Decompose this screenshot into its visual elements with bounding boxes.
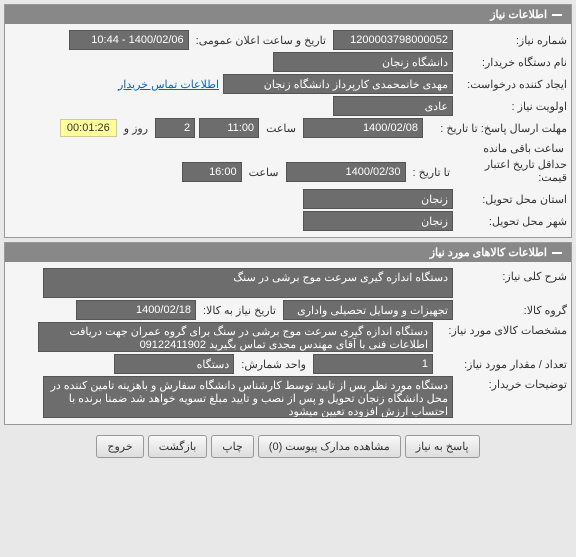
price-validity-time-field[interactable]: [182, 162, 242, 182]
goods-spec-field[interactable]: [38, 322, 433, 352]
days-and-label: روز و: [121, 122, 151, 135]
goods-spec-label: مشخصات کالای مورد نیاز:: [437, 322, 567, 339]
remaining-label: ساعت باقی مانده: [480, 142, 567, 155]
unit-label: واحد شمارش:: [238, 358, 309, 371]
public-date-label: تاریخ و ساعت اعلان عمومی:: [193, 34, 329, 47]
buyer-org-field[interactable]: [273, 52, 453, 72]
need-info-body: شماره نیاز: تاریخ و ساعت اعلان عمومی: نا…: [5, 24, 571, 237]
print-button[interactable]: چاپ: [211, 435, 254, 458]
reply-button[interactable]: پاسخ به نیاز: [405, 435, 480, 458]
price-validity-time-label: ساعت: [246, 166, 282, 179]
price-validity-label: حداقل تاریخ اعتبار قیمت:: [457, 157, 567, 187]
need-info-header[interactable]: اطلاعات نیاز: [5, 5, 571, 24]
goods-info-panel: اطلاعات کالاهای مورد نیاز شرح کلی نیاز: …: [4, 242, 572, 425]
until-date-label: تا تاریخ :: [410, 166, 453, 179]
province-field[interactable]: [303, 189, 453, 209]
need-number-label: شماره نیاز:: [457, 32, 567, 49]
collapse-icon: [551, 9, 563, 21]
city-field[interactable]: [303, 211, 453, 231]
unit-field[interactable]: [114, 354, 234, 374]
goods-info-header[interactable]: اطلاعات کالاهای مورد نیاز: [5, 243, 571, 262]
buyer-notes-label: توضیحات خریدار:: [457, 376, 567, 393]
collapse-icon: [551, 247, 563, 259]
deadline-time-label: ساعت: [263, 122, 299, 135]
city-label: شهر محل تحویل:: [457, 213, 567, 230]
deadline-time-field[interactable]: [199, 118, 259, 138]
priority-label: اولویت نیاز :: [457, 98, 567, 115]
need-desc-label: شرح کلی نیاز:: [457, 268, 567, 285]
need-desc-field[interactable]: [43, 268, 453, 298]
countdown-timer: 00:01:26: [60, 119, 117, 137]
need-date-label: تاریخ نیاز به کالا:: [200, 304, 279, 317]
panel2-title: اطلاعات کالاهای مورد نیاز: [430, 246, 547, 259]
panel1-title: اطلاعات نیاز: [490, 8, 547, 21]
buyer-contact-link[interactable]: اطلاعات تماس خریدار: [118, 78, 219, 91]
need-number-field[interactable]: [333, 30, 453, 50]
price-validity-date-field[interactable]: [286, 162, 406, 182]
exit-button[interactable]: خروج: [96, 435, 143, 458]
buyer-notes-field[interactable]: [43, 376, 453, 418]
need-date-field[interactable]: [76, 300, 196, 320]
quantity-field[interactable]: [313, 354, 433, 374]
creator-field[interactable]: [223, 74, 453, 94]
province-label: استان محل تحویل:: [457, 191, 567, 208]
button-bar: پاسخ به نیاز مشاهده مدارک پیوست (0) چاپ …: [0, 429, 576, 464]
deadline-label: مهلت ارسال پاسخ: تا تاریخ :: [427, 120, 567, 137]
priority-field[interactable]: [333, 96, 453, 116]
public-date-field[interactable]: [69, 30, 189, 50]
quantity-label: تعداد / مقدار مورد نیاز:: [437, 356, 567, 373]
goods-group-field[interactable]: [283, 300, 453, 320]
buyer-org-label: نام دستگاه خریدار:: [457, 54, 567, 71]
goods-info-body: شرح کلی نیاز: گروه کالا: تاریخ نیاز به ک…: [5, 262, 571, 424]
goods-group-label: گروه کالا:: [457, 302, 567, 319]
view-docs-button[interactable]: مشاهده مدارک پیوست (0): [258, 435, 401, 458]
back-button[interactable]: بازگشت: [148, 435, 208, 458]
need-info-panel: اطلاعات نیاز شماره نیاز: تاریخ و ساعت اع…: [4, 4, 572, 238]
deadline-date-field[interactable]: [303, 118, 423, 138]
creator-label: ایجاد کننده درخواست:: [457, 76, 567, 93]
days-remaining-field[interactable]: [155, 118, 195, 138]
